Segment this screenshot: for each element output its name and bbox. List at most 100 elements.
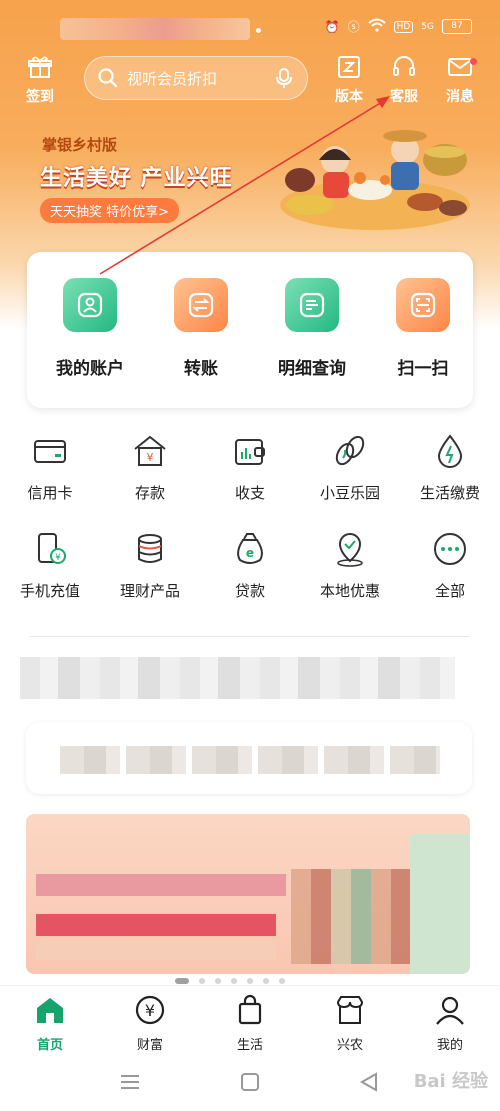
income-expense-label: 收支 bbox=[234, 484, 265, 502]
main-functions-card: 我的账户 转账 明细查询 扫一扫 bbox=[27, 252, 473, 408]
wallet-icon bbox=[235, 439, 265, 465]
search-placeholder: 视听会员折扣 bbox=[127, 69, 218, 88]
utility-icon bbox=[437, 434, 463, 468]
carousel-dot bbox=[215, 978, 221, 984]
loan-label: 贷款 bbox=[234, 582, 265, 600]
harvest-illustration bbox=[280, 130, 470, 230]
statement-icon bbox=[285, 278, 339, 332]
credit-card-icon bbox=[34, 440, 66, 463]
beans-icon bbox=[335, 435, 365, 466]
watermark: Bai 经验 bbox=[413, 1071, 488, 1092]
phone-topup-icon: ¥ bbox=[38, 533, 66, 564]
shield-icon: ⓢ bbox=[347, 20, 360, 34]
battery-indicator: 87 bbox=[442, 19, 472, 34]
credit-card-button[interactable]: 信用卡 bbox=[0, 432, 100, 503]
back-icon[interactable] bbox=[358, 1071, 380, 1093]
notification-dot bbox=[256, 28, 261, 33]
messages-button[interactable]: 消息 bbox=[435, 54, 485, 106]
headset-icon bbox=[393, 56, 415, 76]
search-icon bbox=[98, 68, 118, 88]
svg-text:e: e bbox=[246, 546, 254, 560]
my-account-button[interactable]: 我的账户 bbox=[35, 278, 145, 379]
nav-life-label: 生活 bbox=[236, 1038, 263, 1053]
blurred-card-content bbox=[60, 746, 440, 774]
statement-button[interactable]: 明细查询 bbox=[257, 278, 367, 379]
hd-badge: HD bbox=[393, 20, 414, 33]
loan-icon: e bbox=[237, 533, 263, 564]
blurred-card[interactable] bbox=[26, 722, 472, 794]
promo-banner[interactable]: 掌银乡村版 生活美好 产业兴旺 天天抽奖 特价优享> bbox=[0, 120, 500, 240]
loan-button[interactable]: e 贷款 bbox=[200, 530, 300, 601]
nav-profile[interactable]: 我的 bbox=[400, 994, 500, 1053]
bean-park-button[interactable]: 小豆乐园 bbox=[300, 432, 400, 503]
local-offers-button[interactable]: 本地优惠 bbox=[300, 530, 400, 601]
nav-home-label: 首页 bbox=[36, 1038, 63, 1053]
blurred-promo-banner[interactable] bbox=[26, 814, 470, 974]
svg-text:¥: ¥ bbox=[147, 451, 154, 464]
message-label: 消息 bbox=[446, 89, 474, 105]
deposit-icon: ¥ bbox=[134, 435, 166, 466]
carousel-dot bbox=[263, 978, 269, 984]
credit-card-label: 信用卡 bbox=[27, 484, 73, 502]
wealth-products-button[interactable]: 理财产品 bbox=[100, 530, 200, 601]
svg-text:¥: ¥ bbox=[145, 1001, 155, 1020]
version-icon bbox=[338, 56, 360, 78]
carousel-dot bbox=[279, 978, 285, 984]
nav-home[interactable]: 首页 bbox=[0, 994, 100, 1053]
phone-topup-label: 手机充值 bbox=[19, 582, 80, 600]
local-offers-label: 本地优惠 bbox=[319, 582, 380, 600]
income-expense-button[interactable]: 收支 bbox=[200, 432, 300, 503]
all-services-button[interactable]: 全部 bbox=[400, 530, 500, 601]
bean-park-label: 小豆乐园 bbox=[319, 484, 380, 502]
menu-icon[interactable] bbox=[119, 1071, 141, 1093]
home-icon bbox=[37, 998, 63, 1023]
wealth-nav-icon: ¥ bbox=[135, 995, 165, 1025]
scan-label: 扫一扫 bbox=[397, 359, 449, 379]
customer-service-button[interactable]: 客服 bbox=[379, 54, 429, 106]
carousel-dot bbox=[231, 978, 237, 984]
alarm-icon: ⏰ bbox=[324, 19, 340, 34]
top-bar: 签到 视听会员折扣 版本 客服 消息 bbox=[0, 54, 500, 110]
checkin-button[interactable]: 签到 bbox=[15, 54, 65, 106]
deposit-button[interactable]: ¥ 存款 bbox=[100, 432, 200, 503]
wealth-products-label: 理财产品 bbox=[119, 582, 180, 600]
promo-block bbox=[36, 940, 276, 960]
account-icon bbox=[63, 278, 117, 332]
banner-brand: 掌银乡村版 bbox=[42, 136, 118, 154]
gift-icon bbox=[28, 56, 52, 78]
service-label: 客服 bbox=[390, 89, 418, 105]
microphone-icon[interactable] bbox=[273, 67, 295, 89]
nav-wealth[interactable]: ¥ 财富 bbox=[100, 994, 200, 1053]
utility-payment-label: 生活缴费 bbox=[419, 484, 480, 502]
version-button[interactable]: 版本 bbox=[324, 54, 374, 106]
transfer-button[interactable]: 转账 bbox=[146, 278, 256, 379]
all-services-label: 全部 bbox=[434, 582, 465, 600]
carousel-dot bbox=[175, 978, 189, 984]
banner-pill[interactable]: 天天抽奖 特价优享> bbox=[40, 198, 180, 223]
checkin-label: 签到 bbox=[26, 89, 54, 105]
phone-topup-button[interactable]: ¥ 手机充值 bbox=[0, 530, 100, 601]
nav-life[interactable]: 生活 bbox=[200, 994, 300, 1053]
blurred-notice bbox=[20, 657, 455, 699]
transfer-icon bbox=[174, 278, 228, 332]
scan-icon bbox=[396, 278, 450, 332]
home-square-icon[interactable] bbox=[239, 1071, 261, 1093]
system-navigation: Bai 经验 bbox=[0, 1055, 500, 1111]
store-icon bbox=[336, 996, 364, 1024]
banner-slogan: 生活美好 产业兴旺 bbox=[40, 166, 233, 191]
nav-profile-label: 我的 bbox=[436, 1038, 463, 1053]
wealth-icon bbox=[138, 534, 162, 563]
nav-agriculture-label: 兴农 bbox=[336, 1038, 363, 1053]
utility-payment-button[interactable]: 生活缴费 bbox=[400, 432, 500, 503]
nav-agriculture[interactable]: 兴农 bbox=[300, 994, 400, 1053]
profile-icon bbox=[436, 996, 464, 1025]
search-input[interactable]: 视听会员折扣 bbox=[84, 56, 308, 100]
carousel-indicator bbox=[175, 978, 285, 984]
status-icons: ⏰ ⓢ HD 5G 87 bbox=[325, 18, 472, 35]
network-label: 5G bbox=[421, 21, 434, 32]
shopping-bag-icon bbox=[238, 994, 262, 1025]
divider bbox=[30, 636, 470, 637]
scan-button[interactable]: 扫一扫 bbox=[368, 278, 478, 379]
mail-icon bbox=[448, 58, 472, 76]
status-time-blurred bbox=[60, 18, 250, 40]
